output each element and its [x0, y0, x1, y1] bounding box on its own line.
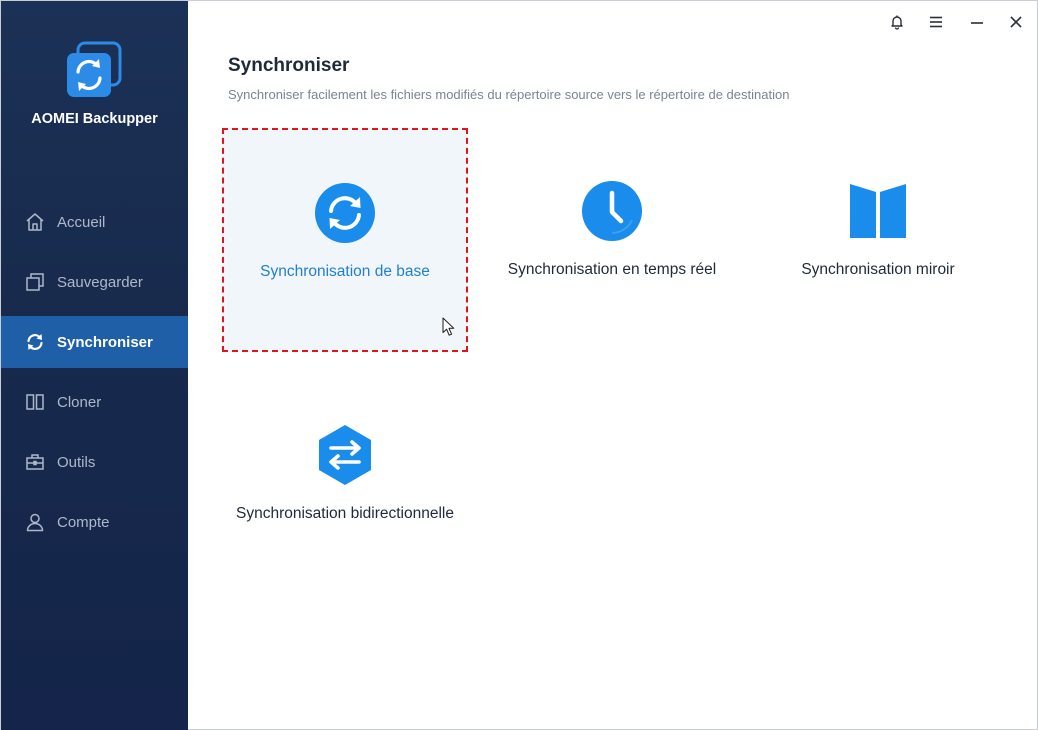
sidebar-item-accueil[interactable]: Accueil — [1, 192, 188, 252]
clock-icon — [582, 181, 642, 241]
app-window: AOMEI Backupper Accueil Sauvegarder Sync… — [0, 0, 1038, 730]
sidebar: AOMEI Backupper Accueil Sauvegarder Sync… — [1, 1, 188, 730]
main-content: Synchroniser Synchroniser facilement les… — [188, 1, 1037, 729]
sidebar-item-sauvegarder[interactable]: Sauvegarder — [1, 252, 188, 312]
home-icon — [25, 212, 45, 232]
sidebar-item-label: Cloner — [57, 393, 102, 411]
sidebar-item-label: Accueil — [57, 213, 106, 231]
option-label: Synchronisation en temps réel — [507, 261, 717, 278]
mouse-cursor-icon — [442, 317, 455, 336]
user-icon — [25, 512, 45, 532]
sidebar-item-label: Compte — [57, 513, 110, 531]
sidebar-item-label: Sauvegarder — [57, 273, 143, 291]
sidebar-item-outils[interactable]: Outils — [1, 432, 188, 492]
clone-icon — [25, 392, 45, 412]
app-name: AOMEI Backupper — [31, 111, 158, 127]
page-title: Synchroniser — [228, 55, 350, 76]
sync-icon — [25, 332, 45, 352]
sidebar-item-synchroniser[interactable]: Synchroniser — [1, 316, 188, 368]
aomei-logo-icon — [67, 41, 122, 97]
brand: AOMEI Backupper — [1, 1, 188, 161]
sidebar-item-label: Outils — [57, 453, 96, 471]
two-way-sync-icon — [319, 425, 371, 485]
mirror-icon — [850, 184, 906, 238]
option-two-way-sync[interactable]: Synchronisation bidirectionnelle — [222, 372, 468, 596]
option-label: Synchronisation de base — [260, 263, 430, 280]
sidebar-item-cloner[interactable]: Cloner — [1, 372, 188, 432]
sidebar-item-label: Synchroniser — [57, 333, 153, 351]
option-mirror-sync[interactable]: Synchronisation miroir — [755, 128, 1001, 352]
option-label: Synchronisation miroir — [801, 261, 955, 278]
sidebar-nav: Accueil Sauvegarder Synchroniser Cloner — [1, 192, 188, 552]
backup-icon — [25, 272, 45, 292]
sidebar-item-compte[interactable]: Compte — [1, 492, 188, 552]
option-realtime-sync[interactable]: Synchronisation en temps réel — [489, 128, 735, 352]
basic-sync-icon — [315, 183, 375, 243]
option-basic-sync[interactable]: Synchronisation de base — [222, 128, 468, 352]
toolbox-icon — [25, 452, 45, 472]
option-label: Synchronisation bidirectionnelle — [236, 505, 454, 522]
page-subtitle: Synchroniser facilement les fichiers mod… — [228, 87, 790, 102]
